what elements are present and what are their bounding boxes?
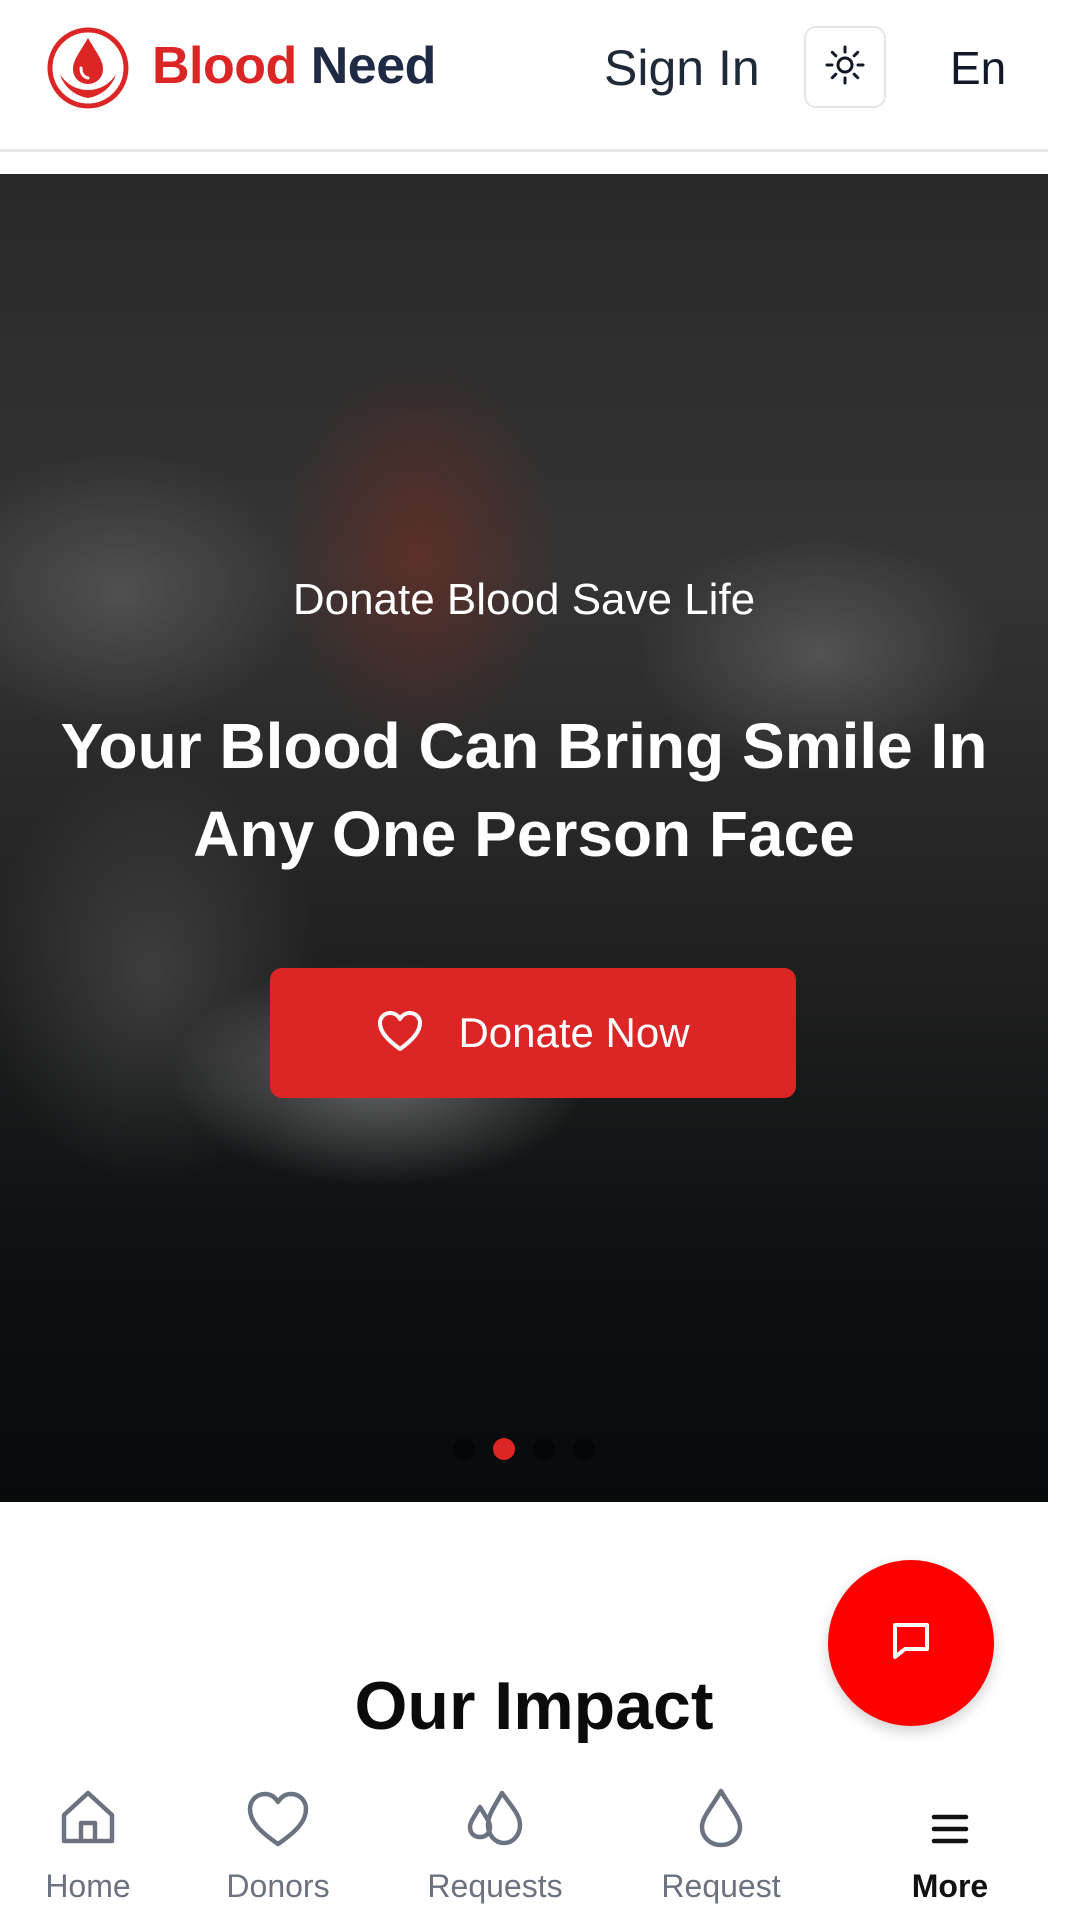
nav-label-requests: Requests [427,1868,563,1904]
nav-item-home[interactable]: Home [28,1772,148,1920]
carousel-dot[interactable] [573,1438,595,1460]
donate-now-label: Donate Now [458,1009,690,1056]
donate-now-button[interactable]: Donate Now [270,968,796,1098]
nav-item-request[interactable]: Request [646,1772,796,1920]
sign-in-link[interactable]: Sign In [604,36,760,100]
language-selector[interactable]: En [950,38,1006,98]
carousel-dot-active[interactable] [493,1438,515,1460]
nav-label-request: Request [661,1868,781,1904]
bottom-navigation: Home Donors Requests Request More [0,1772,1080,1920]
theme-toggle-button[interactable] [804,26,886,108]
sun-icon [824,44,866,91]
hero-title: Your Blood Can Bring Smile In Any One Pe… [60,710,988,870]
nav-item-donors[interactable]: Donors [206,1772,350,1920]
home-icon [56,1785,120,1854]
drop-icon [694,1785,748,1854]
hero-subtitle: Donate Blood Save Life [292,575,756,624]
heart-icon [245,1789,311,1854]
nav-label-more: More [911,1868,989,1904]
hero-carousel: Donate Blood Save Life Your Blood Can Br… [0,174,1048,1502]
nav-item-requests[interactable]: Requests [410,1772,580,1920]
carousel-indicators [0,1438,1048,1460]
menu-icon [928,1809,972,1854]
chat-button[interactable] [828,1560,994,1726]
carousel-dot[interactable] [453,1438,475,1460]
carousel-dot[interactable] [533,1438,555,1460]
nav-label-donors: Donors [226,1868,330,1904]
nav-item-more[interactable]: More [890,1772,1010,1920]
brand-name-need: Need [310,37,437,95]
app-header: Blood Need Sign In En [0,0,1048,152]
nav-label-home: Home [45,1868,131,1904]
chat-icon [889,1619,933,1668]
brand-name-blood: Blood [152,37,297,95]
brand-name[interactable]: Blood Need [152,34,436,98]
heart-icon [376,1009,424,1058]
blood-need-logo-icon[interactable] [46,26,130,110]
drops-icon [462,1787,528,1854]
